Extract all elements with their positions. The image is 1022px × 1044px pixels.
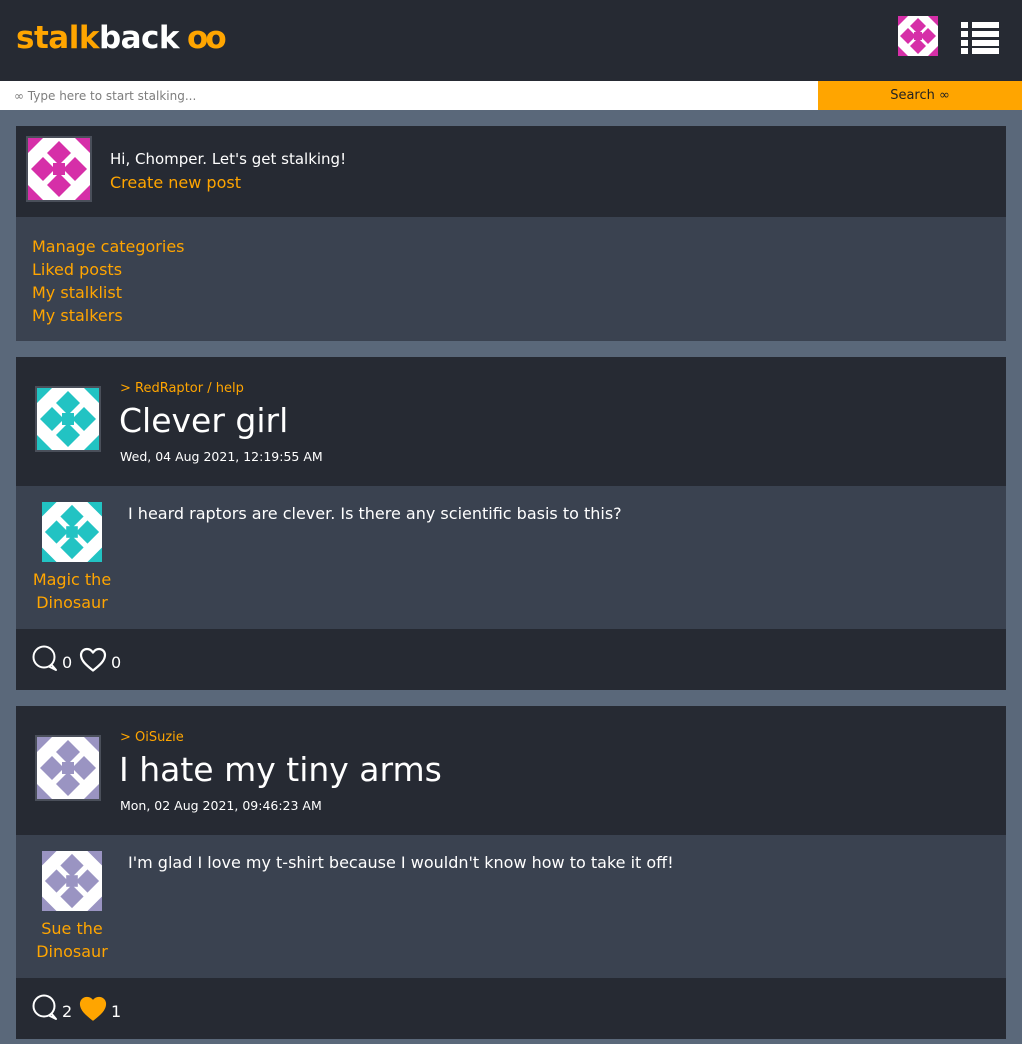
top-navbar: stalkback oo (0, 0, 1022, 81)
post-body: Magic the Dinosaur I heard raptors are cl… (16, 486, 1006, 629)
author-name-line1: Sue the (41, 919, 103, 938)
category-avatar[interactable] (35, 386, 101, 452)
greeting-text: Hi, Chomper. Let's get stalking! (110, 150, 347, 168)
post-card: > OiSuzie I hate my tiny arms Mon, 02 Au… (16, 706, 1006, 1039)
author-name-link[interactable]: Sue the Dinosaur (26, 917, 118, 963)
app-logo[interactable]: stalkback oo (16, 20, 227, 56)
heart-filled-icon (79, 996, 107, 1021)
post-header: > RedRaptor / help Clever girl Wed, 04 A… (16, 357, 1006, 486)
search-bar: Search ∞ (0, 81, 1022, 110)
welcome-panel: Hi, Chomper. Let's get stalking! Create … (16, 126, 1006, 341)
author-avatar[interactable] (42, 502, 102, 562)
like-count: 1 (111, 1002, 122, 1021)
like-action[interactable]: 1 (79, 992, 121, 1022)
search-button[interactable]: Search ∞ (818, 81, 1022, 110)
like-count: 0 (111, 653, 122, 672)
menu-list-icon[interactable] (961, 22, 999, 54)
post-title[interactable]: I hate my tiny arms (119, 750, 442, 789)
post-title[interactable]: Clever girl (119, 401, 288, 440)
author-name-link[interactable]: Magic the Dinosaur (26, 568, 118, 614)
welcome-header: Hi, Chomper. Let's get stalking! Create … (16, 126, 1006, 217)
comment-action[interactable]: 0 (32, 643, 72, 673)
search-input[interactable] (0, 81, 818, 110)
manage-categories-link[interactable]: Manage categories (32, 235, 1006, 258)
create-post-link[interactable]: Create new post (110, 173, 241, 192)
post-body: Sue the Dinosaur I'm glad I love my t-shi… (16, 835, 1006, 978)
author-name-line2: Dinosaur (36, 942, 108, 961)
comment-action[interactable]: 2 (32, 992, 72, 1022)
liked-posts-link[interactable]: Liked posts (32, 258, 1006, 281)
heart-outline-icon (79, 647, 107, 672)
post-date: Mon, 02 Aug 2021, 09:46:23 AM (120, 798, 322, 813)
user-avatar[interactable] (898, 16, 938, 56)
comment-count: 0 (62, 653, 73, 672)
post-content: I heard raptors are clever. Is there any… (128, 504, 622, 523)
my-stalkers-link[interactable]: My stalkers (32, 304, 1006, 327)
comment-count: 2 (62, 1002, 73, 1021)
author-avatar[interactable] (42, 851, 102, 911)
like-action[interactable]: 0 (79, 643, 121, 673)
my-stalklist-link[interactable]: My stalklist (32, 281, 1006, 304)
user-links: Manage categories Liked posts My stalkli… (16, 217, 1006, 341)
comment-icon (32, 994, 57, 1020)
post-date: Wed, 04 Aug 2021, 12:19:55 AM (120, 449, 323, 464)
author-name-line2: Dinosaur (36, 593, 108, 612)
logo-infinity: oo (187, 20, 227, 56)
post-breadcrumb[interactable]: > OiSuzie (120, 730, 184, 745)
comment-icon (32, 645, 57, 671)
post-content: I'm glad I love my t-shirt because I wou… (128, 853, 674, 872)
post-card: > RedRaptor / help Clever girl Wed, 04 A… (16, 357, 1006, 690)
author-name-line1: Magic the (32, 570, 112, 589)
category-avatar[interactable] (35, 735, 101, 801)
logo-text-stalk: stalk (16, 20, 99, 56)
post-actions: 2 1 (16, 978, 1006, 1039)
post-header: > OiSuzie I hate my tiny arms Mon, 02 Au… (16, 706, 1006, 835)
logo-text-back: back (98, 20, 180, 56)
post-breadcrumb[interactable]: > RedRaptor / help (120, 381, 244, 396)
profile-avatar[interactable] (26, 136, 92, 202)
post-actions: 0 0 (16, 629, 1006, 690)
